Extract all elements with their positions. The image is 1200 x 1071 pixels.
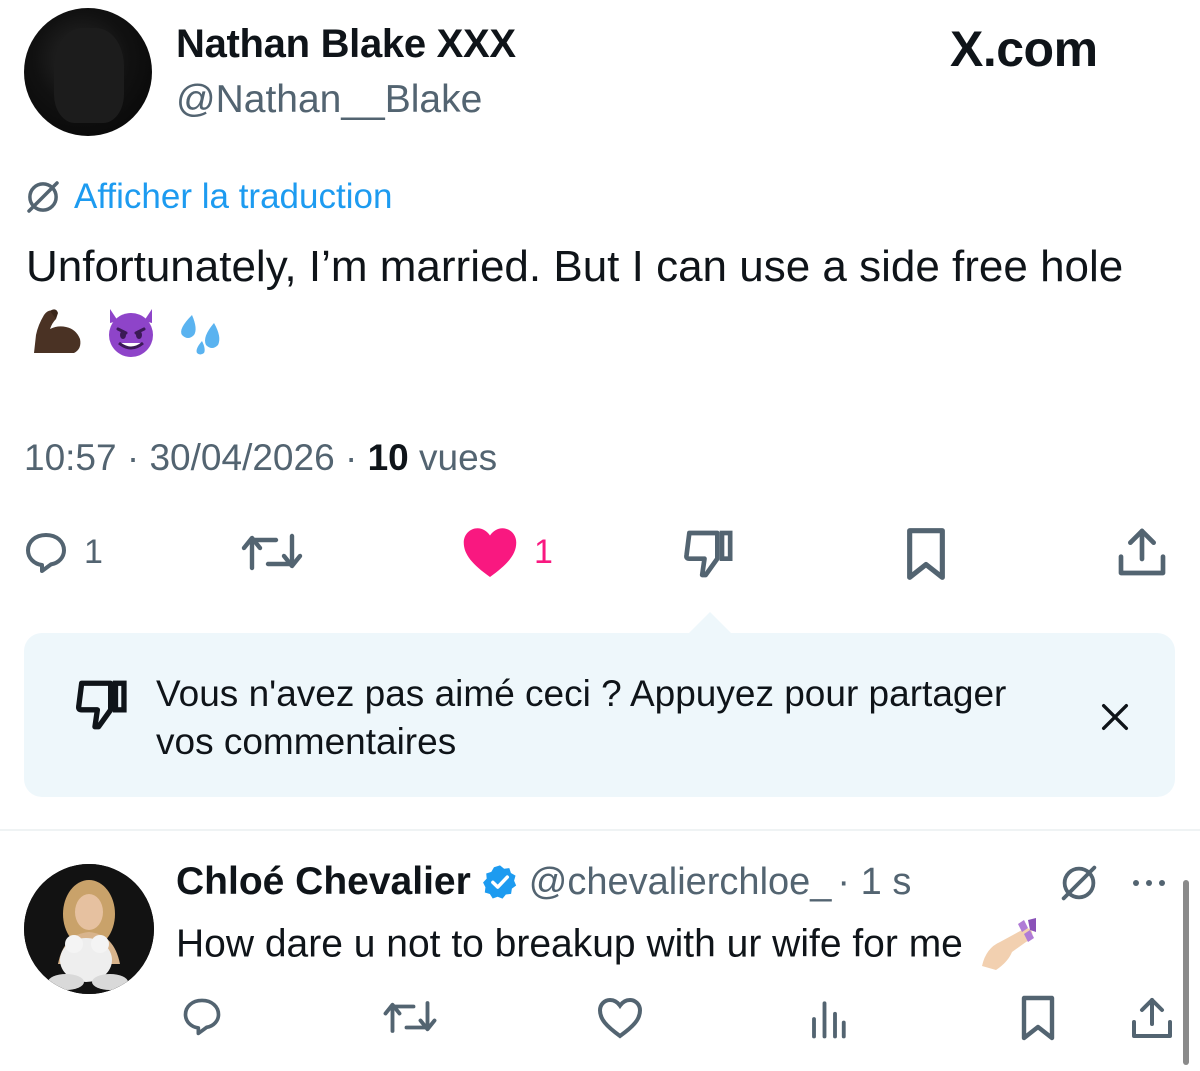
share-icon [1118, 528, 1166, 576]
translation-label: Afficher la traduction [74, 177, 393, 216]
show-translation-link[interactable]: Afficher la traduction [22, 176, 392, 218]
reply-text-content: How dare u not to breakup with ur wife f… [176, 922, 963, 966]
tweet-time: 10:57 [24, 437, 117, 478]
heart-filled-icon [463, 528, 517, 577]
feedback-text[interactable]: Vous n'avez pas aimé ceci ? Appuyez pour… [156, 670, 1016, 766]
share-icon[interactable] [1128, 994, 1176, 1042]
reply-icon [26, 533, 66, 573]
reply-count: 1 [84, 532, 103, 571]
share-button[interactable] [1114, 524, 1170, 580]
tweet-meta: 10:57 · 30/04/2026 · 10 vues [24, 437, 497, 479]
translate-icon[interactable] [1056, 860, 1102, 906]
meta-separator: · [126, 437, 140, 478]
reply-avatar[interactable] [24, 864, 154, 994]
reply-icon[interactable] [180, 994, 224, 1038]
nail-polish-emoji [981, 918, 1036, 970]
author-avatar[interactable] [24, 8, 152, 136]
reply-header: Chloé Chevalier @chevalierchloe_ · 1 s [176, 860, 911, 904]
thumbs-down-icon [684, 530, 733, 578]
tweet-text: Unfortunately, I’m married. But I can us… [26, 236, 1176, 360]
smiling-imp-emoji [109, 309, 154, 358]
repost-icon[interactable] [382, 996, 438, 1038]
views-count: 10 [367, 437, 409, 478]
repost-icon [241, 533, 303, 571]
translate-icon [27, 181, 59, 213]
tweet-text-content: Unfortunately, I’m married. But I can us… [26, 242, 1124, 291]
reply-author-name[interactable]: Chloé Chevalier [176, 860, 471, 904]
tweet-date: 30/04/2026 [149, 437, 335, 478]
views-label: vues [419, 437, 498, 478]
dislike-button[interactable] [680, 526, 736, 582]
feedback-pointer [688, 612, 732, 634]
meta-separator: · [344, 437, 358, 478]
sweat-droplets-emoji [181, 315, 220, 355]
repost-button[interactable] [240, 528, 304, 576]
scrollbar[interactable] [1183, 880, 1189, 1065]
author-name[interactable]: Nathan Blake XXX [176, 22, 516, 67]
like-count: 1 [534, 532, 553, 571]
close-icon[interactable] [1098, 700, 1132, 734]
bookmark-icon[interactable] [1016, 994, 1060, 1042]
analytics-icon[interactable] [806, 998, 850, 1040]
divider [0, 829, 1200, 831]
reply-button[interactable]: 1 [22, 528, 103, 576]
thumbs-down-icon [75, 680, 127, 730]
bookmark-button[interactable] [900, 526, 952, 582]
flexed-biceps-emoji [34, 309, 81, 354]
author-handle[interactable]: @Nathan__Blake [176, 78, 482, 122]
reply-text: How dare u not to breakup with ur wife f… [176, 918, 1040, 974]
reply-time: · 1 s [837, 860, 912, 903]
like-button[interactable]: 1 [460, 524, 553, 580]
bookmark-icon [907, 528, 945, 580]
reply-author-handle[interactable]: @chevalierchloe_ [529, 861, 832, 904]
more-options-icon[interactable] [1130, 875, 1170, 891]
brand-logo: X.com [950, 21, 1098, 77]
reply-avatar-image [24, 864, 154, 994]
heart-icon[interactable] [596, 996, 644, 1040]
verified-badge-icon [482, 865, 516, 899]
